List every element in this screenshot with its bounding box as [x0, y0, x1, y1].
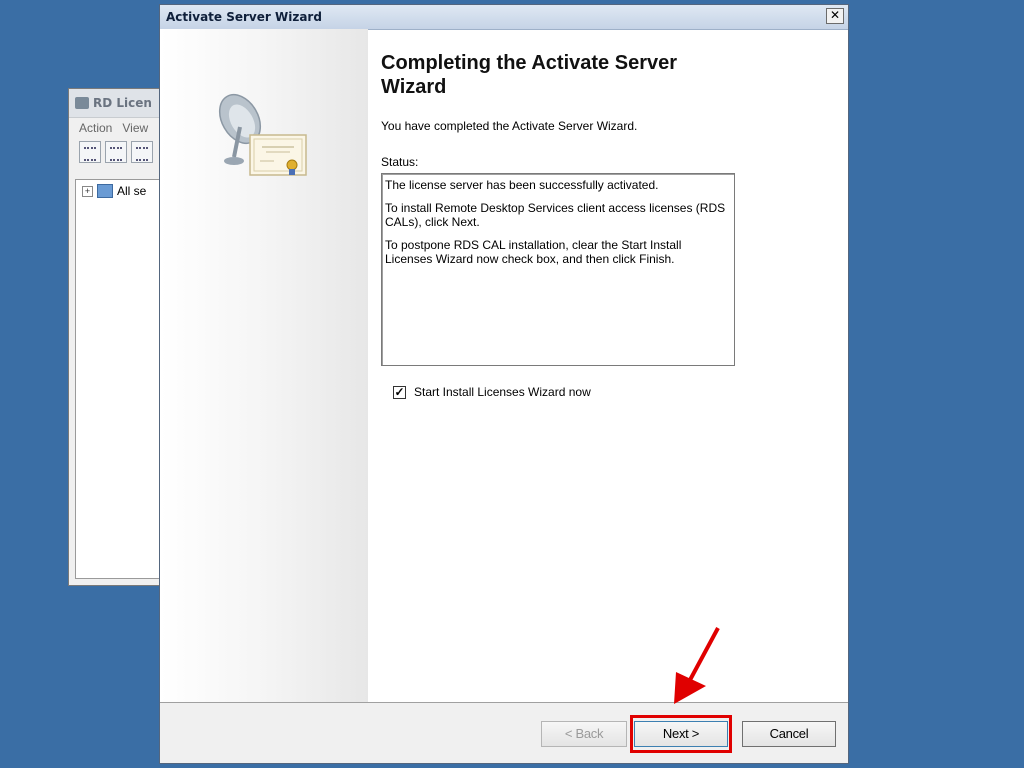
start-install-licenses-option[interactable]: ✓ Start Install Licenses Wizard now: [393, 385, 821, 399]
activate-server-wizard-dialog: Activate Server Wizard ✕ Completing the …: [159, 4, 849, 764]
status-line-activated: The license server has been successfully…: [385, 178, 659, 192]
toolbar-button-3[interactable]: [131, 141, 153, 163]
menu-action[interactable]: Action: [79, 121, 112, 135]
checkbox-label[interactable]: Start Install Licenses Wizard now: [414, 385, 591, 399]
page-title: Completing the Activate Server Wizard: [381, 52, 678, 98]
status-line-install: To install Remote Desktop Services clien…: [385, 201, 726, 229]
bg-window-menubar: Action View: [69, 118, 167, 138]
red-arrow-icon: [674, 627, 720, 704]
menu-view[interactable]: View: [122, 121, 148, 135]
bg-window-titlebar[interactable]: RD Licen: [69, 89, 167, 118]
completion-description: You have completed the Activate Server W…: [381, 119, 638, 133]
status-line-postpone: To postpone RDS CAL installation, clear …: [385, 238, 682, 266]
tree-item-all-servers[interactable]: + All se: [82, 184, 160, 198]
close-icon: ✕: [829, 8, 841, 22]
start-install-licenses-checkbox[interactable]: ✓: [393, 385, 406, 399]
status-label: Status:: [381, 155, 419, 169]
wizard-footer: < Back Next > Cancel: [160, 702, 848, 763]
tree-item-label: All se: [117, 184, 147, 198]
wizard-titlebar[interactable]: Activate Server Wizard ✕: [160, 5, 848, 30]
next-button[interactable]: Next >: [634, 721, 728, 747]
toolbar-button-1[interactable]: [79, 141, 101, 163]
wizard-content: Completing the Activate Server Wizard Yo…: [381, 51, 821, 399]
back-button[interactable]: < Back: [541, 721, 627, 747]
expand-icon[interactable]: +: [82, 185, 93, 197]
status-textbox[interactable]: The license server has been successfully…: [381, 173, 735, 366]
server-activation-illustration-icon: [218, 94, 307, 176]
wizard-side-panel: [160, 29, 368, 705]
server-tree: + All se: [75, 179, 167, 579]
rd-licensing-manager-window[interactable]: RD Licen Action View + All se: [68, 88, 168, 586]
server-group-icon: [97, 184, 113, 198]
wizard-title: Activate Server Wizard: [166, 10, 322, 24]
toolbar-button-2[interactable]: [105, 141, 127, 163]
bg-window-title: RD Licen: [93, 96, 152, 110]
rd-licensing-app-icon: [75, 97, 89, 109]
close-button[interactable]: ✕: [826, 8, 844, 24]
cancel-button[interactable]: Cancel: [742, 721, 836, 747]
bg-window-toolbar: [69, 138, 167, 166]
